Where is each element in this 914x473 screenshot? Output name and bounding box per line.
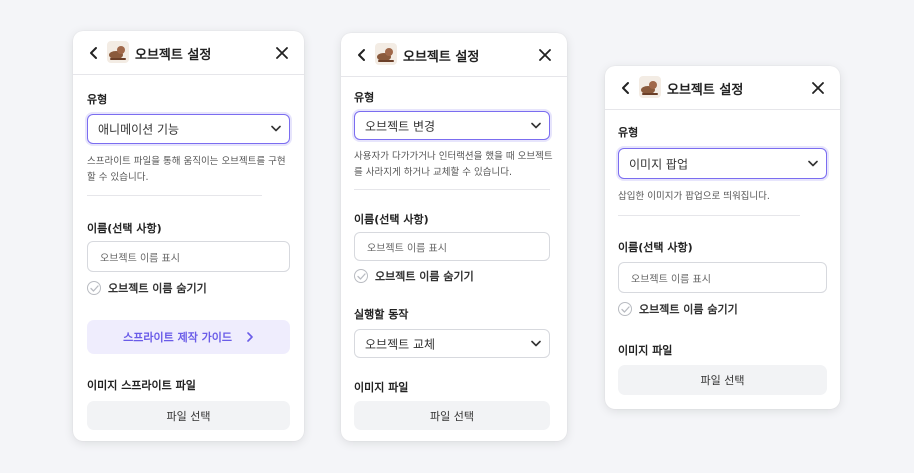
- divider: [87, 195, 262, 196]
- name-input-placeholder: 오브젝트 이름 표시: [100, 253, 180, 264]
- type-label: 유형: [618, 126, 639, 139]
- panel-title: 오브젝트 설정: [135, 48, 212, 63]
- name-label: 이름(선택 사항): [354, 213, 429, 226]
- object-thumbnail: [639, 76, 661, 98]
- hide-name-checkbox[interactable]: 오브젝트 이름 숨기기: [87, 280, 207, 296]
- type-description: 사용자가 다가가거나 인터랙션을 했을 때 오브젝트를 사라지게 하거나 교체할…: [354, 151, 553, 178]
- sprite-guide-button[interactable]: 스프라이트 제작 가이드: [87, 320, 290, 354]
- close-icon[interactable]: [276, 47, 288, 59]
- action-select-value: 오브젝트 교체: [365, 337, 436, 351]
- file-label: 이미지 스프라이트 파일: [87, 379, 196, 392]
- file-select-button[interactable]: 파일 선택: [618, 365, 827, 395]
- name-input-placeholder: 오브젝트 이름 표시: [631, 274, 711, 285]
- divider: [618, 215, 800, 216]
- hide-name-label: 오브젝트 이름 숨기기: [375, 270, 474, 283]
- hide-name-label: 오브젝트 이름 숨기기: [108, 282, 207, 295]
- check-circle-icon: [354, 269, 368, 283]
- type-description: 삽입한 이미지가 팝업으로 띄워집니다.: [618, 191, 770, 202]
- type-label: 유형: [354, 91, 375, 104]
- chevron-left-icon[interactable]: [355, 46, 369, 64]
- file-select-label: 파일 선택: [430, 409, 474, 423]
- chevron-down-icon: [271, 125, 281, 132]
- file-label: 이미지 파일: [354, 381, 409, 394]
- chevron-left-icon[interactable]: [619, 79, 633, 97]
- object-thumbnail: [375, 43, 397, 65]
- type-description: 스프라이트 파일을 통해 움직이는 오브젝트를 구현할 수 있습니다.: [87, 156, 286, 183]
- chevron-down-icon: [808, 160, 818, 166]
- chevron-left-icon[interactable]: [87, 44, 101, 62]
- close-icon[interactable]: [812, 82, 824, 94]
- type-select-value: 애니메이션 기능: [98, 122, 180, 137]
- type-select[interactable]: 애니메이션 기능: [87, 114, 290, 144]
- file-select-button[interactable]: 파일 선택: [87, 401, 290, 430]
- panel-header: 오브젝트 설정: [73, 31, 304, 75]
- sprite-guide-label: 스프라이트 제작 가이드: [123, 331, 232, 344]
- file-select-label: 파일 선택: [166, 409, 211, 423]
- action-label: 실행할 동작: [354, 308, 409, 321]
- name-input[interactable]: 오브젝트 이름 표시: [87, 241, 290, 272]
- type-select-value: 오브젝트 변경: [365, 119, 436, 133]
- file-select-button[interactable]: 파일 선택: [354, 401, 550, 430]
- name-label: 이름(선택 사항): [87, 222, 162, 235]
- check-circle-icon: [87, 281, 101, 295]
- hide-name-label: 오브젝트 이름 숨기기: [639, 303, 738, 316]
- panel-title: 오브젝트 설정: [403, 50, 480, 65]
- file-label: 이미지 파일: [618, 344, 673, 357]
- panel-header: 오브젝트 설정: [605, 66, 840, 110]
- close-icon[interactable]: [539, 49, 551, 61]
- hide-name-checkbox[interactable]: 오브젝트 이름 숨기기: [354, 268, 474, 284]
- name-input-placeholder: 오브젝트 이름 표시: [367, 243, 447, 254]
- type-select[interactable]: 오브젝트 변경: [354, 111, 550, 140]
- name-input[interactable]: 오브젝트 이름 표시: [354, 232, 550, 261]
- type-select-value: 이미지 팝업: [629, 157, 689, 171]
- hide-name-checkbox[interactable]: 오브젝트 이름 숨기기: [618, 301, 738, 317]
- panel-title: 오브젝트 설정: [667, 83, 744, 98]
- name-label: 이름(선택 사항): [618, 241, 693, 254]
- chevron-down-icon: [531, 122, 541, 128]
- chevron-right-icon: [247, 332, 253, 342]
- name-input[interactable]: 오브젝트 이름 표시: [618, 262, 827, 293]
- divider: [354, 189, 550, 190]
- object-thumbnail: [107, 41, 129, 63]
- panel-header: 오브젝트 설정: [341, 33, 567, 77]
- type-label: 유형: [87, 93, 108, 106]
- object-settings-panel-animation: 오브젝트 설정 유형 애니메이션 기능 스프라이트 파일을 통해 움직이는 오브…: [73, 31, 304, 441]
- action-select[interactable]: 오브젝트 교체: [354, 329, 550, 358]
- file-select-label: 파일 선택: [700, 374, 745, 387]
- object-settings-panel-image-popup: 오브젝트 설정 유형 이미지 팝업 삽입한 이미지가 팝업으로 띄워집니다. 이…: [605, 66, 840, 409]
- object-settings-panel-change: 오브젝트 설정 유형 오브젝트 변경 사용자가 다가가거나 인터랙션을 했을 때…: [341, 33, 567, 441]
- check-circle-icon: [618, 302, 632, 316]
- chevron-down-icon: [531, 340, 541, 346]
- type-select[interactable]: 이미지 팝업: [618, 148, 827, 179]
